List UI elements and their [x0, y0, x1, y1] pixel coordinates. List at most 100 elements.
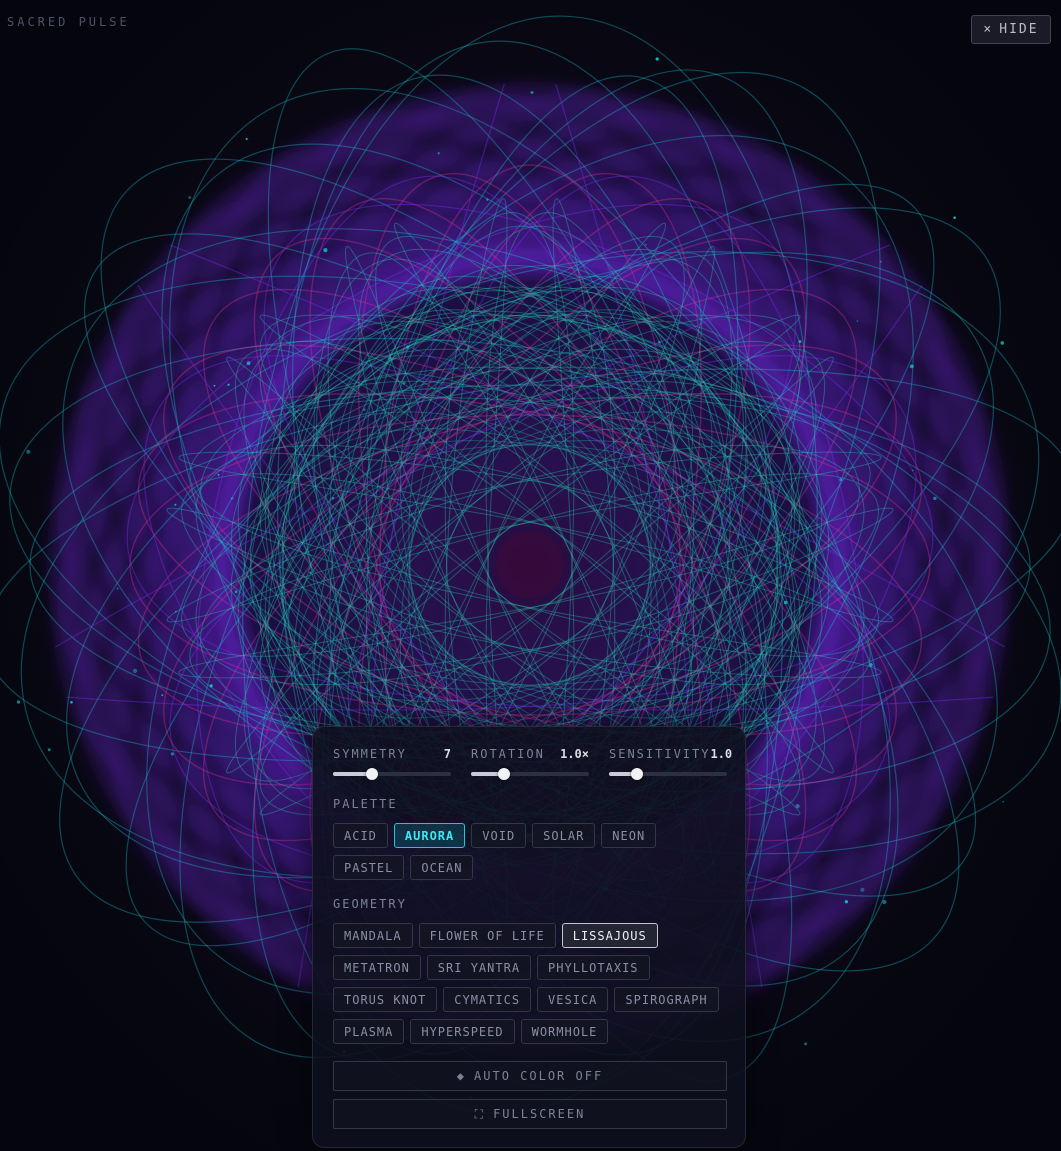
particle: [175, 610, 177, 613]
particle: [217, 473, 220, 476]
symmetry-value: 7: [443, 747, 451, 761]
particle: [839, 478, 843, 481]
symmetry-slider-thumb[interactable]: [365, 768, 378, 780]
geometry-chip-lissajous[interactable]: LISSAJOUS: [561, 923, 658, 948]
auto-color-label: AUTO COLOR OFF: [474, 1069, 604, 1083]
palette-chip-ocean[interactable]: OCEAN: [410, 855, 474, 880]
rotation-label: ROTATION: [471, 747, 545, 761]
particle: [798, 340, 802, 344]
sensitivity-label: SENSITIVITY: [609, 747, 711, 761]
hide-button[interactable]: × HIDE: [971, 15, 1051, 44]
particle: [655, 57, 659, 61]
palette-chip-neon[interactable]: NEON: [601, 823, 657, 848]
particle: [309, 571, 312, 574]
particle: [188, 196, 192, 199]
particle: [933, 496, 937, 501]
particle: [47, 748, 51, 752]
palette-chip-acid[interactable]: ACID: [333, 823, 388, 848]
rotation-value: 1.0×: [560, 747, 589, 761]
particle: [592, 332, 595, 335]
particle: [795, 804, 800, 809]
sensitivity-slider[interactable]: [609, 768, 727, 780]
geometry-chip-cymatics[interactable]: CYMATICS: [443, 987, 532, 1012]
palette-section-label: PALETTE: [333, 797, 398, 811]
particle: [331, 496, 335, 500]
particle: [406, 345, 410, 349]
geometry-chip-plasma[interactable]: PLASMA: [333, 1019, 405, 1044]
particle: [246, 361, 251, 365]
geometry-options: MANDALA FLOWER OF LIFE LISSAJOUS METATRON SR…: [333, 923, 733, 1044]
geometry-chip-wormhole[interactable]: WORMHOLE: [520, 1019, 609, 1044]
rotation-slider[interactable]: [471, 768, 589, 780]
fullscreen-button[interactable]: ⛶ FULLSCREEN: [333, 1099, 727, 1129]
app-title: SACRED PULSE: [7, 15, 130, 29]
symmetry-slider[interactable]: [333, 768, 451, 780]
particle: [213, 384, 216, 387]
symmetry-slider-group: SYMMETRY 7: [333, 747, 451, 780]
particle: [953, 216, 956, 219]
particle: [437, 152, 440, 155]
geometry-chip-torus-knot[interactable]: TORUS KNOT: [333, 987, 438, 1012]
particle: [658, 340, 661, 344]
hide-button-label: HIDE: [999, 22, 1039, 37]
geometry-chip-vesica[interactable]: VESICA: [537, 987, 609, 1012]
particle: [860, 887, 865, 892]
particle: [170, 752, 175, 756]
center-core: [496, 531, 564, 599]
symmetry-label: SYMMETRY: [333, 747, 407, 761]
visualizer-stage: SACRED PULSE × HIDE SYMMETRY 7 ROTATION …: [0, 0, 1061, 1151]
particle: [26, 449, 31, 454]
geometry-chip-phyllotaxis[interactable]: PHYLLOTAXIS: [537, 955, 650, 980]
particle: [133, 668, 138, 674]
geometry-chip-metatron[interactable]: METATRON: [333, 955, 421, 980]
particle: [161, 694, 164, 697]
geometry-chip-spirograph[interactable]: SPIROGRAPH: [614, 987, 719, 1012]
particle: [882, 899, 887, 905]
rotation-slider-group: ROTATION 1.0×: [471, 747, 589, 780]
particle: [70, 701, 73, 704]
particle: [362, 408, 366, 411]
particle: [912, 469, 914, 472]
particle: [323, 248, 328, 253]
rotation-slider-thumb[interactable]: [498, 768, 511, 780]
fullscreen-icon: ⛶: [474, 1106, 486, 1121]
particle: [234, 590, 238, 594]
particle: [174, 503, 177, 506]
particle: [869, 663, 873, 667]
palette-options: ACID AURORA VOID SOLAR NEON PASTEL OCEAN: [333, 823, 733, 880]
particle: [402, 381, 406, 385]
particle: [879, 260, 882, 263]
geometry-section-label: GEOMETRY: [333, 897, 407, 911]
palette-chip-pastel[interactable]: PASTEL: [333, 855, 405, 880]
palette-chip-void[interactable]: VOID: [471, 823, 527, 848]
sensitivity-slider-thumb[interactable]: [631, 768, 644, 780]
geometry-chip-hyperspeed[interactable]: HYPERSPEED: [410, 1019, 515, 1044]
particle: [209, 684, 213, 688]
particle: [804, 1042, 807, 1046]
particle: [1002, 800, 1005, 803]
particle: [227, 383, 230, 386]
control-panel: SYMMETRY 7 ROTATION 1.0× SENSITIVITY 1.0: [312, 726, 746, 1148]
close-icon: ×: [983, 22, 994, 37]
particle: [837, 688, 840, 691]
geometry-chip-mandala[interactable]: MANDALA: [333, 923, 413, 948]
particle: [856, 320, 859, 322]
auto-color-button[interactable]: ◆ AUTO COLOR OFF: [333, 1061, 727, 1091]
particle: [909, 364, 914, 369]
geometry-chip-sri-yantra[interactable]: SRI YANTRA: [426, 955, 532, 980]
sensitivity-value: 1.0: [710, 747, 733, 761]
palette-chip-solar[interactable]: SOLAR: [532, 823, 596, 848]
particle: [783, 600, 788, 605]
palette-chip-aurora[interactable]: AURORA: [393, 823, 466, 848]
particle: [245, 137, 248, 141]
geometry-chip-flower-of-life[interactable]: FLOWER OF LIFE: [418, 923, 556, 948]
fullscreen-label: FULLSCREEN: [493, 1107, 586, 1121]
particle: [644, 243, 647, 246]
particle: [293, 715, 296, 719]
diamond-icon: ◆: [456, 1069, 467, 1083]
particle: [230, 497, 234, 500]
particle: [530, 91, 534, 94]
particle: [388, 356, 392, 361]
particle: [1000, 341, 1005, 345]
particle: [116, 587, 119, 590]
